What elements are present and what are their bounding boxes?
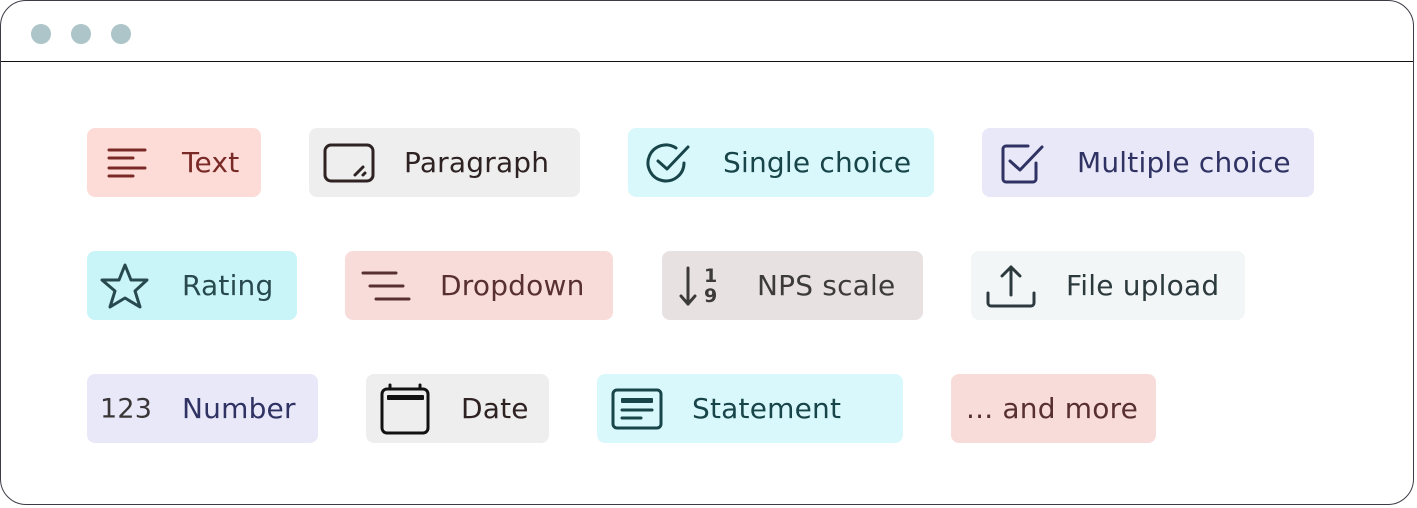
- field-type-label: Dropdown: [440, 268, 585, 302]
- window-control-dot[interactable]: [111, 24, 131, 44]
- window-control-dot[interactable]: [31, 24, 51, 44]
- nps-icon-bottom-digit: 9: [704, 284, 718, 307]
- title-bar: [1, 1, 1413, 62]
- field-type-rating[interactable]: Rating: [87, 251, 297, 320]
- field-type-nps-scale[interactable]: 1 9 NPS scale: [662, 251, 923, 320]
- field-type-text[interactable]: Text: [87, 128, 261, 197]
- field-type-and-more[interactable]: ... and more: [951, 374, 1156, 443]
- field-type-label: Date: [461, 391, 529, 425]
- field-type-paragraph[interactable]: Paragraph: [309, 128, 580, 197]
- field-type-number[interactable]: 123 Number: [87, 374, 318, 443]
- field-type-label: Number: [182, 391, 296, 425]
- field-type-date[interactable]: Date: [366, 374, 549, 443]
- sort-numeric-icon: 1 9: [678, 264, 717, 308]
- field-type-multiple-choice[interactable]: Multiple choice: [982, 128, 1314, 197]
- field-type-label: Statement: [692, 391, 842, 425]
- dropdown-lines-icon: [361, 269, 411, 303]
- number-icon: 123: [100, 393, 153, 424]
- square-check-icon: [1000, 141, 1046, 185]
- window-control-dot[interactable]: [71, 24, 91, 44]
- paragraph-box-icon: [323, 143, 377, 183]
- upload-icon: [985, 263, 1037, 309]
- text-lines-icon: [107, 146, 147, 180]
- field-type-label: ... and more: [966, 391, 1139, 425]
- field-type-statement[interactable]: Statement: [597, 374, 903, 443]
- field-type-label: NPS scale: [757, 268, 896, 302]
- nps-icon-top-digit: 1: [704, 264, 718, 287]
- field-type-single-choice[interactable]: Single choice: [628, 128, 934, 197]
- field-type-file-upload[interactable]: File upload: [971, 251, 1245, 320]
- field-type-label: Single choice: [723, 145, 912, 179]
- field-type-label: Multiple choice: [1077, 145, 1291, 179]
- field-type-label: Rating: [182, 268, 274, 302]
- field-type-label: File upload: [1066, 268, 1220, 302]
- calendar-icon: [380, 383, 432, 435]
- field-type-dropdown[interactable]: Dropdown: [345, 251, 613, 320]
- circle-check-icon: [646, 141, 692, 185]
- star-icon: [99, 262, 151, 310]
- statement-card-icon: [611, 388, 663, 430]
- field-type-label: Paragraph: [404, 145, 550, 179]
- field-type-label: Text: [182, 145, 240, 179]
